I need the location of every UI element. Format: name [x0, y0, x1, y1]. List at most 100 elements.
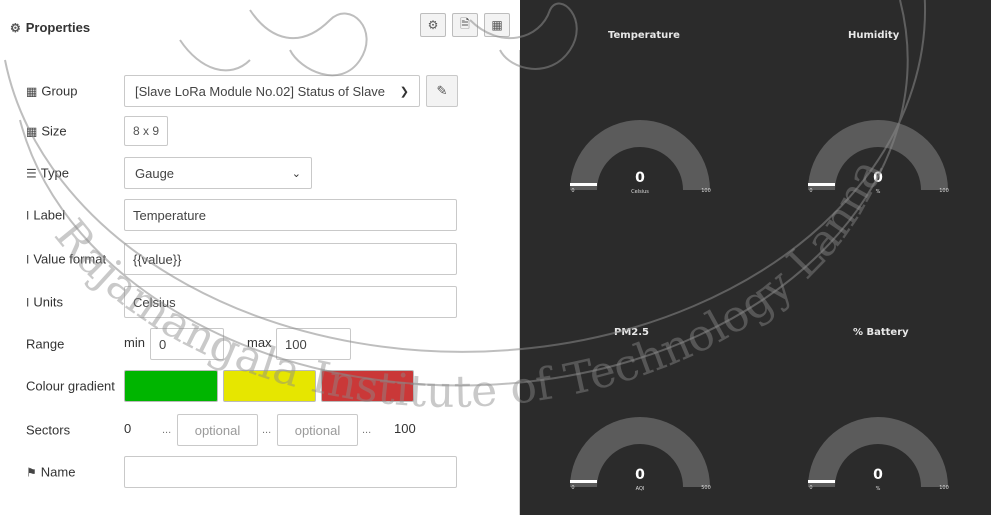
temperature-gauge: 0 Celsius 0 100	[560, 100, 720, 200]
gauge-fill	[570, 183, 597, 186]
name-input[interactable]	[124, 456, 457, 488]
panel-header: ⚙ Properties ⚙ 🗎 ▦	[0, 0, 520, 50]
range-max-input[interactable]: 100	[276, 328, 351, 360]
group-select-value: [Slave LoRa Module No.02] Status of Slav…	[135, 83, 386, 99]
sectors-row: Sectors 0 ... optional ... optional ... …	[0, 413, 520, 447]
range-max-value: 100	[285, 336, 307, 352]
size-label: ▦ Size	[26, 124, 67, 139]
label-input-value: Temperature	[133, 207, 206, 223]
gauge-svg: 0 % 0 100	[808, 417, 949, 492]
gauge-max: 100	[701, 188, 711, 194]
size-button[interactable]: 8 x 9	[124, 116, 169, 146]
text-cursor-icon: I	[26, 208, 30, 222]
chevron-down-icon: ⌄	[291, 167, 301, 180]
gauge-svg: 0 Celsius 0 100	[570, 120, 711, 195]
value-format-label: I Value format	[26, 252, 106, 267]
gauge-value: 0	[873, 467, 883, 483]
gauge-units: %	[876, 189, 881, 195]
range-max-label: max	[247, 335, 272, 350]
label-label-text: Label	[33, 207, 66, 223]
description-icon[interactable]: 🗎	[452, 13, 478, 37]
colour-swatch-red[interactable]	[321, 370, 414, 402]
type-label-text: Type	[40, 165, 69, 181]
gauge-title: % Battery	[853, 327, 909, 338]
size-value: 8 x 9	[133, 124, 160, 138]
colour-swatch-yellow[interactable]	[223, 370, 316, 402]
sectors-label-text: Sectors	[26, 422, 71, 438]
sector-1-input[interactable]: optional	[177, 414, 258, 446]
sectors-start: 0	[124, 421, 132, 436]
size-row: ▦ Size 8 x 9	[0, 114, 520, 148]
gauge-value: 0	[873, 170, 883, 186]
gauge-title: Humidity	[848, 30, 900, 41]
layout-icon[interactable]: ▦	[484, 13, 510, 37]
range-min-input[interactable]: 0	[150, 328, 224, 360]
edit-group-button[interactable]: ✎	[426, 75, 458, 107]
size-label-text: Size	[41, 123, 67, 139]
group-label: ▦ Group	[26, 84, 77, 99]
gauge-max: 100	[939, 485, 949, 491]
humidity-gauge: 0 % 0 100	[798, 100, 958, 200]
gauge-units: %	[876, 486, 881, 492]
group-label-text: Group	[41, 83, 78, 99]
label-row: I Label Temperature	[0, 198, 520, 232]
gauge-value: 0	[635, 467, 645, 483]
gauge-max: 100	[939, 188, 949, 194]
colour-swatch-green[interactable]	[124, 370, 218, 402]
table-icon: ▦	[26, 84, 38, 98]
sectors-label: Sectors	[26, 423, 70, 438]
gear-icon: ⚙	[10, 20, 21, 35]
sectors-end: 100	[394, 421, 416, 436]
type-select-value: Gauge	[135, 165, 175, 181]
colour-gradient-label-text: Colour gradient	[26, 378, 115, 394]
properties-panel: ⚙ Properties ⚙ 🗎 ▦ ▦ Group [Slave LoRa M…	[0, 0, 520, 515]
value-format-input[interactable]: {{value}}	[124, 243, 457, 275]
resize-icon: ▦	[26, 124, 38, 138]
gauge-svg: 0 % 0 100	[808, 120, 949, 195]
pm25-gauge: 0 AQI 0 500	[560, 397, 720, 497]
range-label-text: Range	[26, 336, 65, 352]
gear-icon[interactable]: ⚙	[420, 13, 446, 37]
name-label-text: Name	[40, 464, 76, 480]
gauge-title: PM2.5	[614, 327, 649, 338]
panel-title-text: Properties	[25, 20, 91, 35]
units-input-value: Celsius	[133, 294, 176, 310]
gauge-min: 0	[809, 485, 812, 491]
name-row: ⚑ Name	[0, 455, 520, 489]
panel-title: ⚙ Properties	[10, 20, 90, 35]
sector-2-input[interactable]: optional	[277, 414, 358, 446]
tag-icon: ⚑	[26, 465, 37, 479]
group-row: ▦ Group [Slave LoRa Module No.02] Status…	[0, 74, 520, 108]
type-select[interactable]: Gauge ⌄	[124, 157, 312, 189]
colour-gradient-label: Colour gradient	[26, 379, 115, 394]
dashboard-preview: Temperature Humidity PM2.5 % Battery 0 C…	[520, 0, 991, 515]
text-cursor-icon: I	[26, 252, 30, 266]
header-tools: ⚙ 🗎 ▦	[420, 13, 510, 37]
gauge-min: 0	[809, 188, 812, 194]
text-cursor-icon: I	[26, 295, 30, 309]
gauge-title: Temperature	[608, 30, 680, 41]
units-label-text: Units	[33, 294, 63, 310]
gauge-fill	[808, 480, 835, 483]
gauge-units: Celsius	[631, 189, 649, 195]
sector-2-placeholder: optional	[294, 422, 341, 438]
gauge-svg: 0 AQI 0 500	[570, 417, 711, 492]
gauge-fill	[808, 183, 835, 186]
colour-gradient-row: Colour gradient	[0, 369, 520, 403]
label-input[interactable]: Temperature	[124, 199, 457, 231]
range-min-label: min	[124, 335, 145, 350]
value-format-row: I Value format {{value}}	[0, 242, 520, 276]
gauge-max: 500	[701, 485, 711, 491]
sectors-ellipsis: ...	[262, 424, 272, 436]
list-icon: ☰	[26, 166, 37, 180]
type-label: ☰ Type	[26, 166, 69, 181]
group-select[interactable]: [Slave LoRa Module No.02] Status of Slav…	[124, 75, 420, 107]
gauge-min: 0	[571, 188, 574, 194]
gauge-value: 0	[635, 170, 645, 186]
value-format-label-text: Value format	[33, 251, 107, 267]
gauge-fill	[570, 480, 597, 483]
battery-gauge: 0 % 0 100	[798, 397, 958, 497]
sectors-ellipsis: ...	[362, 424, 372, 436]
units-input[interactable]: Celsius	[124, 286, 457, 318]
gauge-units: AQI	[636, 486, 645, 492]
